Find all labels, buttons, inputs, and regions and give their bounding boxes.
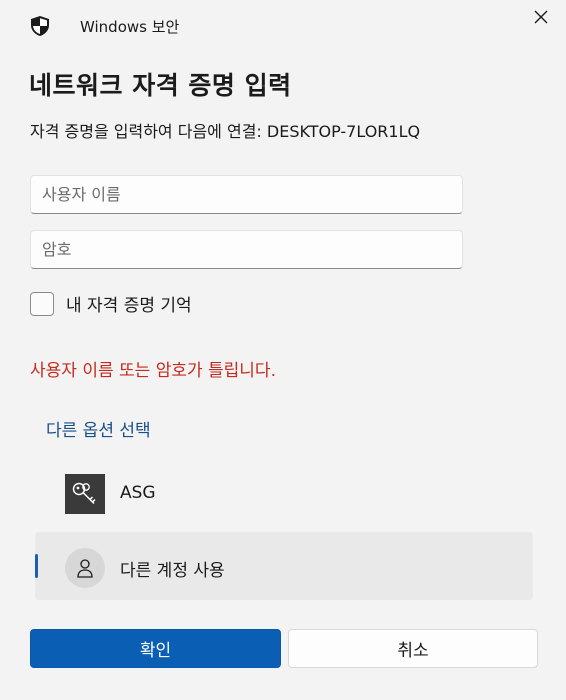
app-title: Windows 보안 [80,18,180,36]
more-choices-link[interactable]: 다른 옵션 선택 [46,416,151,441]
option-other-account[interactable]: 다른 계정 사용 [35,532,533,600]
dialog-heading: 네트워크 자격 증명 입력 [29,71,292,100]
ok-button[interactable]: 확인 [30,629,281,668]
username-input[interactable] [30,175,463,214]
close-icon[interactable] [534,9,548,28]
person-icon [65,548,105,588]
key-icon [65,474,105,514]
dialog-subtitle: 자격 증명을 입력하여 다음에 연결: DESKTOP-7LOR1LQ [30,122,421,141]
option-asg-label: ASG [120,483,156,503]
error-message: 사용자 이름 또는 암호가 틀립니다. [30,361,276,381]
shield-icon [29,15,51,37]
remember-checkbox[interactable] [30,291,54,316]
option-asg[interactable]: ASG [35,459,533,527]
selection-indicator [35,554,38,578]
close-button[interactable] [528,5,554,31]
password-input[interactable] [30,230,463,269]
cancel-button[interactable]: 취소 [288,629,538,668]
remember-label: 내 자격 증명 기억 [66,296,192,316]
option-other-account-label: 다른 계정 사용 [120,561,225,581]
remember-credentials[interactable]: 내 자격 증명 기억 [30,291,192,316]
credential-dialog: Windows 보안 네트워크 자격 증명 입력 자격 증명을 입력하여 다음에… [0,0,566,700]
